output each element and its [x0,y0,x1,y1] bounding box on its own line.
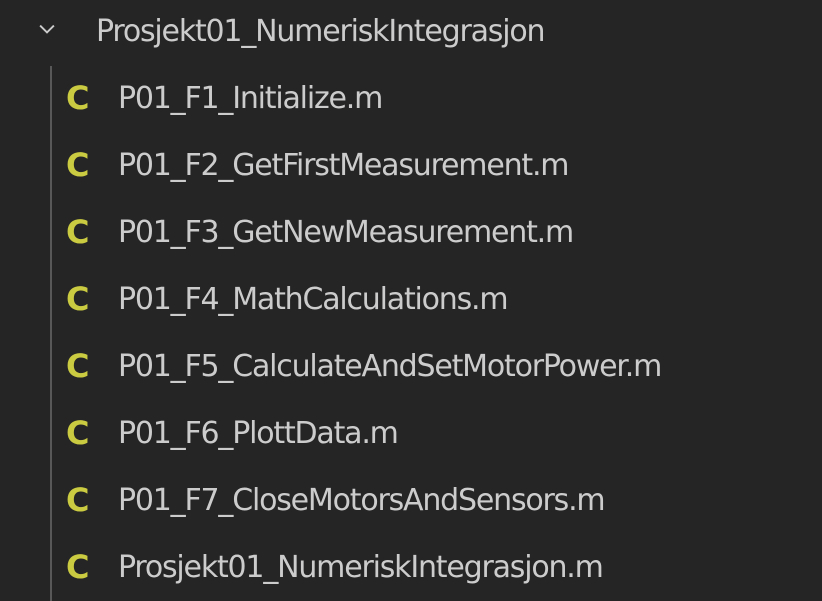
file-row[interactable]: C P01_F4_MathCalculations.m [0,267,822,334]
file-list: C P01_F1_Initialize.m C P01_F2_GetFirstM… [0,66,822,601]
matlab-file-icon: C [66,548,90,586]
file-name: P01_F6_PlottData.m [118,416,399,451]
file-row[interactable]: C P01_F1_Initialize.m [0,66,822,133]
file-name: P01_F2_GetFirstMeasurement.m [118,148,570,183]
folder-row[interactable]: Prosjekt01_NumeriskIntegrasjon [0,0,822,66]
file-row[interactable]: C P01_F7_CloseMotorsAndSensors.m [0,468,822,535]
matlab-file-icon: C [66,79,90,117]
matlab-file-icon: C [66,146,90,184]
matlab-file-icon: C [66,213,90,251]
matlab-file-icon: C [66,414,90,452]
file-row[interactable]: C P01_F5_CalculateAndSetMotorPower.m [0,334,822,401]
file-row[interactable]: C Prosjekt01_NumeriskIntegrasjon.m [0,535,822,601]
file-name: P01_F4_MathCalculations.m [118,282,509,317]
file-row[interactable]: C P01_F6_PlottData.m [0,401,822,468]
file-explorer: Prosjekt01_NumeriskIntegrasjon C P01_F1_… [0,0,822,601]
file-row[interactable]: C P01_F2_GetFirstMeasurement.m [0,133,822,200]
file-name: P01_F3_GetNewMeasurement.m [118,215,574,250]
matlab-file-icon: C [66,481,90,519]
file-name: P01_F1_Initialize.m [118,81,383,116]
file-name: P01_F5_CalculateAndSetMotorPower.m [118,349,662,384]
chevron-down-icon[interactable] [36,18,58,40]
file-name: P01_F7_CloseMotorsAndSensors.m [118,483,606,518]
matlab-file-icon: C [66,280,90,318]
folder-name: Prosjekt01_NumeriskIntegrasjon [96,14,546,49]
file-name: Prosjekt01_NumeriskIntegrasjon.m [118,550,604,585]
matlab-file-icon: C [66,347,90,385]
file-row[interactable]: C P01_F3_GetNewMeasurement.m [0,200,822,267]
